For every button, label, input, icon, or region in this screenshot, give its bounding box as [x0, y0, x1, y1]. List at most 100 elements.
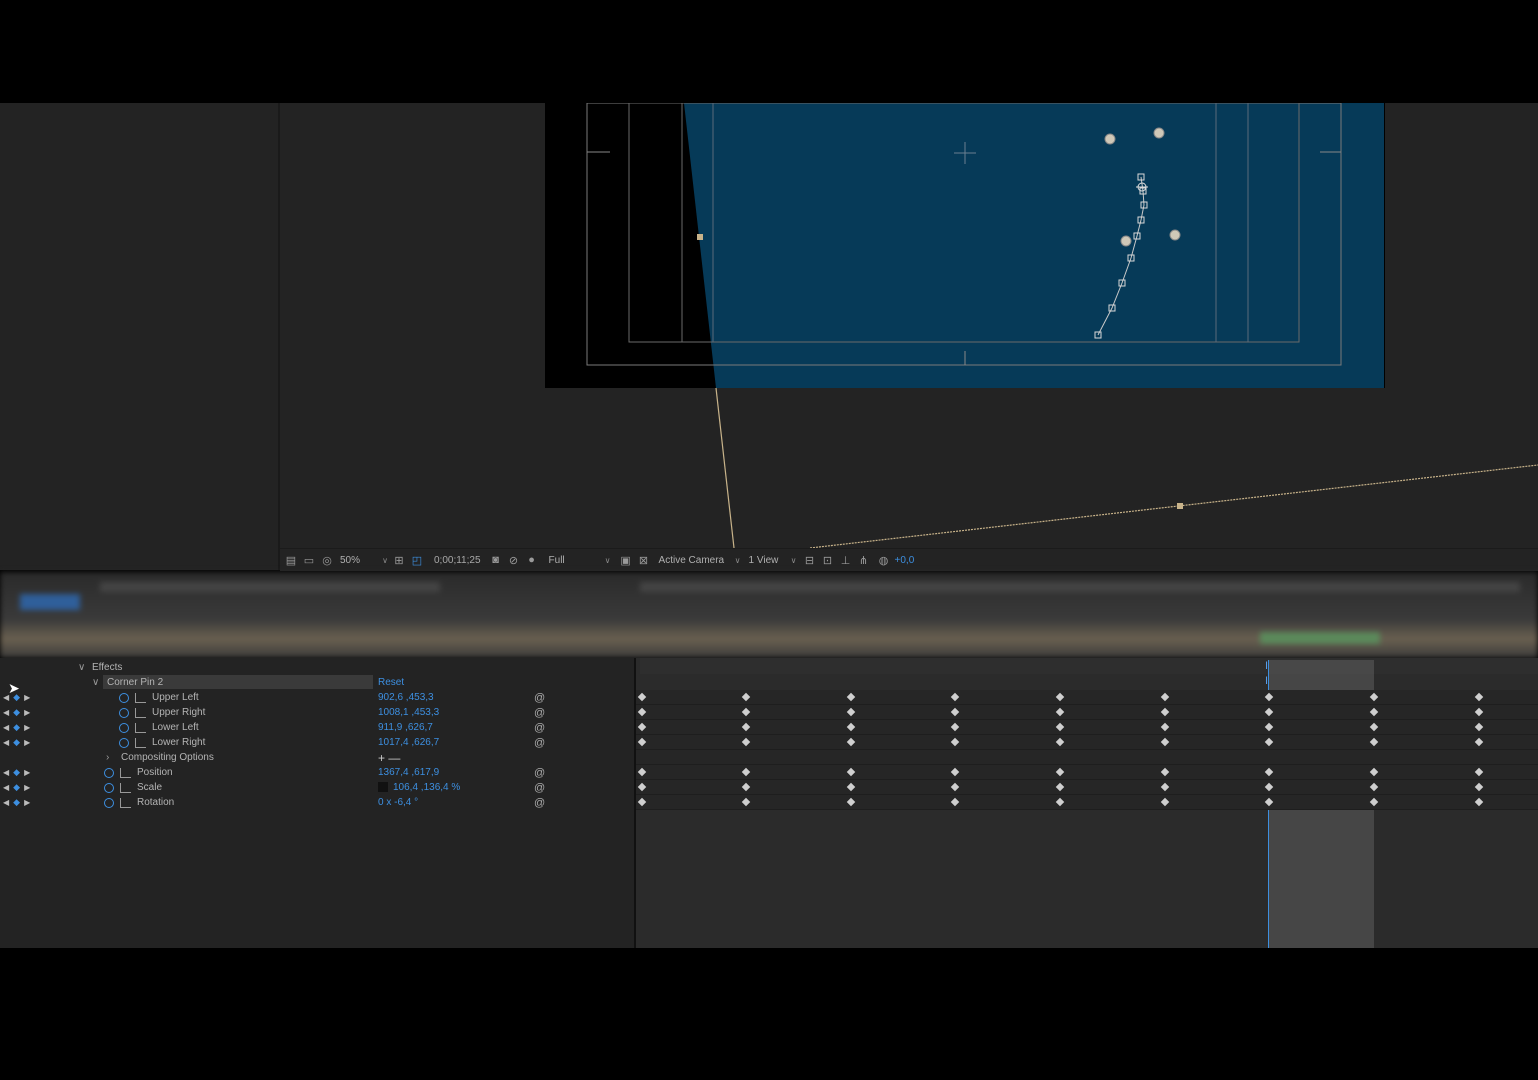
keyframe-track[interactable]: [636, 720, 1538, 735]
property-row[interactable]: ◀ ◆ ▶ Upper Right 1008,1 ,453,3 @: [0, 705, 634, 720]
stopwatch-icon[interactable]: [119, 722, 129, 733]
compositing-options-row[interactable]: › Compositing Options + —: [0, 750, 634, 765]
keyframe-icon[interactable]: [1264, 737, 1274, 747]
layers-icon[interactable]: ▤: [284, 553, 298, 567]
keyframe-icon[interactable]: [1474, 692, 1484, 702]
property-row[interactable]: ◀ ◆ ▶ Upper Left 902,6 ,453,3 @: [0, 690, 634, 705]
keyframe-icon[interactable]: [1474, 737, 1484, 747]
graph-icon[interactable]: [120, 797, 131, 808]
keyframe-icon[interactable]: [1055, 722, 1065, 732]
keyframe-icon[interactable]: [1369, 737, 1379, 747]
keyframe-icon[interactable]: [741, 737, 751, 747]
keyframe-icon[interactable]: [1264, 692, 1274, 702]
keyframe-icon[interactable]: [637, 797, 647, 807]
keyframe-icon[interactable]: [1474, 722, 1484, 732]
keyframe-icon[interactable]: [950, 707, 960, 717]
keyframe-icon[interactable]: [637, 692, 647, 702]
keyframe-icon[interactable]: [1160, 782, 1170, 792]
transparency-grid-icon[interactable]: ⊠: [637, 553, 651, 567]
property-row[interactable]: ◀ ◆ ▶ Lower Left 911,9 ,626,7 @: [0, 720, 634, 735]
stopwatch-icon[interactable]: [104, 797, 114, 808]
keyframe-icon[interactable]: [1055, 707, 1065, 717]
graph-icon[interactable]: [135, 707, 146, 718]
view-layout-dropdown[interactable]: 1 View ∨: [749, 555, 797, 566]
keyframe-icon[interactable]: [1369, 692, 1379, 702]
fast-previews-icon[interactable]: ▣: [619, 553, 633, 567]
keyframe-icon[interactable]: [637, 767, 647, 777]
graph-icon[interactable]: [135, 737, 146, 748]
keyframe-navigator[interactable]: ◀ ◆ ▶: [3, 722, 30, 733]
graph-icon[interactable]: [120, 782, 131, 793]
keyframe-navigator[interactable]: ◀ ◆ ▶: [3, 767, 30, 778]
keyframe-icon[interactable]: [1160, 707, 1170, 717]
keyframe-icon[interactable]: [846, 707, 856, 717]
keyframe-icon[interactable]: [950, 797, 960, 807]
keyframe-icon[interactable]: [846, 737, 856, 747]
keyframe-icon[interactable]: [950, 737, 960, 747]
channels-icon[interactable]: ●: [525, 553, 539, 567]
keyframe-icon[interactable]: [1474, 707, 1484, 717]
keyframe-icon[interactable]: [637, 782, 647, 792]
keyframe-icon[interactable]: [950, 782, 960, 792]
flowchart-icon[interactable]: ⋔: [857, 553, 871, 567]
keyframe-track[interactable]: [636, 795, 1538, 810]
keyframe-icon[interactable]: [1160, 797, 1170, 807]
stopwatch-icon[interactable]: [119, 707, 129, 718]
keyframe-navigator[interactable]: ◀ ◆ ▶: [3, 737, 30, 748]
effect-row-corner-pin[interactable]: ∨ Corner Pin 2 Reset: [0, 675, 634, 690]
region-of-interest-icon[interactable]: ◰: [410, 553, 424, 567]
keyframe-icon[interactable]: [1264, 767, 1274, 777]
keyframe-icon[interactable]: [846, 692, 856, 702]
keyframe-icon[interactable]: [637, 707, 647, 717]
keyframe-track[interactable]: [636, 690, 1538, 705]
expression-pickwhip-icon[interactable]: @: [534, 707, 545, 719]
keyframe-icon[interactable]: [1160, 722, 1170, 732]
stopwatch-icon[interactable]: [119, 737, 129, 748]
effects-group-row[interactable]: ∨ Effects: [0, 660, 634, 675]
snapshot-icon[interactable]: ◙: [489, 553, 503, 567]
viewer-canvas[interactable]: [280, 103, 1538, 548]
property-value[interactable]: 0 x -6,4 °: [378, 797, 418, 808]
keyframe-track[interactable]: [636, 780, 1538, 795]
expression-pickwhip-icon[interactable]: @: [534, 797, 545, 809]
keyframe-icon[interactable]: [741, 767, 751, 777]
exposure-value[interactable]: +0,0: [895, 555, 915, 566]
keyframe-track[interactable]: [636, 765, 1538, 780]
keyframe-icon[interactable]: [846, 797, 856, 807]
expand-icon[interactable]: ›: [106, 752, 109, 763]
timecode-display[interactable]: 0;00;11;25: [434, 555, 481, 566]
keyframe-icon[interactable]: [950, 722, 960, 732]
expression-pickwhip-icon[interactable]: @: [534, 737, 545, 749]
keyframe-icon[interactable]: [637, 722, 647, 732]
keyframe-icon[interactable]: [1264, 707, 1274, 717]
keyframe-icon[interactable]: [1264, 782, 1274, 792]
stopwatch-icon[interactable]: [104, 767, 114, 778]
composition-viewer[interactable]: [280, 103, 1538, 548]
timeline-icon[interactable]: ⊥: [839, 553, 853, 567]
keyframe-icon[interactable]: [1369, 797, 1379, 807]
transform-row-rotation[interactable]: ◀ ◆ ▶ Rotation 0 x -6,4 ° @: [0, 795, 634, 810]
keyframe-icon[interactable]: [1160, 767, 1170, 777]
graph-icon[interactable]: [135, 692, 146, 703]
add-remove-mask-buttons[interactable]: + —: [378, 751, 400, 765]
reset-button[interactable]: Reset: [378, 677, 404, 688]
property-value[interactable]: 1008,1 ,453,3: [378, 707, 439, 718]
keyframe-icon[interactable]: [1369, 782, 1379, 792]
keyframe-track[interactable]: [636, 750, 1538, 765]
keyframe-icon[interactable]: [741, 797, 751, 807]
keyframe-icon[interactable]: [1474, 767, 1484, 777]
graph-icon[interactable]: [135, 722, 146, 733]
keyframe-icon[interactable]: [950, 767, 960, 777]
keyframe-icon[interactable]: [741, 782, 751, 792]
graph-icon[interactable]: [120, 767, 131, 778]
keyframe-icon[interactable]: [846, 782, 856, 792]
keyframe-icon[interactable]: [1055, 767, 1065, 777]
property-value[interactable]: 1017,4 ,626,7: [378, 737, 439, 748]
keyframe-icon[interactable]: [1369, 767, 1379, 777]
keyframe-icon[interactable]: [1055, 692, 1065, 702]
toggle-pixel-aspect-icon[interactable]: ⊟: [803, 553, 817, 567]
expression-pickwhip-icon[interactable]: @: [534, 767, 545, 779]
keyframe-navigator[interactable]: ◀ ◆ ▶: [3, 797, 30, 808]
keyframe-icon[interactable]: [1055, 737, 1065, 747]
keyframe-icon[interactable]: [1055, 782, 1065, 792]
